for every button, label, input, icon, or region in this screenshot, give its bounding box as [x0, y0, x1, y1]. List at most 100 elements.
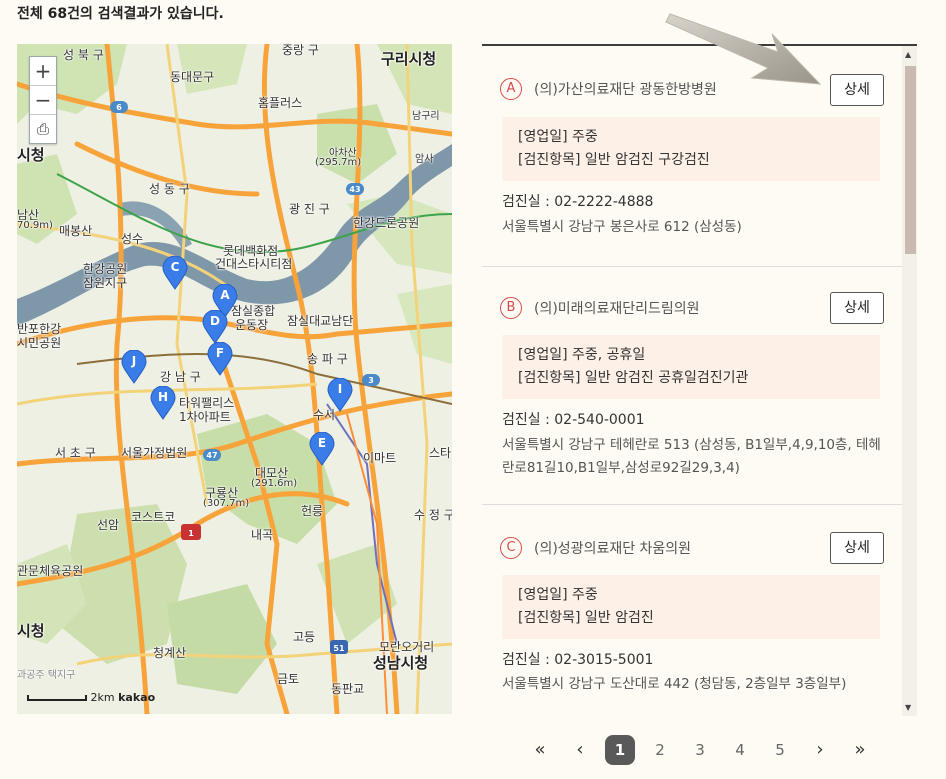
page-2[interactable]: 2	[645, 735, 675, 765]
open-days: [영업일] 주중	[518, 587, 598, 603]
info-box: [영업일] 주중, 공휴일 [검진항목] 일반 암검진 공휴일검진기관	[502, 335, 880, 399]
map-label: 송 파 구	[307, 352, 348, 366]
exam-items: [검진항목] 일반 암검진 구강검진	[518, 152, 710, 168]
page-1[interactable]: 1	[605, 735, 635, 765]
address: 서울특별시 강남구 테헤란로 513 (삼성동, B1일부,4,9,10층, 테…	[502, 437, 881, 476]
phone: 검진실 : 02-540-0001	[502, 412, 645, 428]
page-4[interactable]: 4	[725, 735, 755, 765]
map-label: 시청	[17, 622, 45, 640]
map-marker-i[interactable]: I	[327, 377, 353, 412]
open-days: [영업일] 주중	[518, 129, 598, 145]
detail-button[interactable]: 상세	[830, 292, 884, 324]
exam-items: [검진항목] 일반 암검진 공휴일검진기관	[518, 370, 749, 386]
list-item: C (의)성광의료재단 차움의원 상세 [영업일] 주중 [검진항목] 일반 암…	[482, 505, 902, 716]
pagination: « ‹ 1 2 3 4 5 › »	[520, 734, 880, 766]
marker-letter: H	[157, 390, 169, 404]
map-label: 시청	[17, 146, 45, 164]
map-controls: + − ⎙	[29, 56, 57, 144]
map-view[interactable]: 6 43 3 47 1 51 구리시청 성 북 구 동대문구 중랑 구 홈플러스…	[17, 44, 452, 714]
map-label: 고등	[293, 630, 316, 644]
list-scrollbar[interactable]: ▲ ▼	[902, 46, 917, 716]
address: 서울특별시 강남구 봉은사로 612 (삼성동)	[502, 219, 742, 235]
map-marker-f[interactable]: F	[207, 341, 233, 376]
zoom-out-button[interactable]: −	[30, 86, 56, 115]
marker-letter: I	[337, 382, 343, 396]
svg-text:1: 1	[188, 529, 194, 538]
list-item: B (의)미래의료재단리드림의원 상세 [영업일] 주중, 공휴일 [검진항목]…	[482, 267, 902, 505]
result-count: 전체 68건의 검색결과가 있습니다.	[17, 6, 224, 22]
map-label: 중랑 구	[282, 44, 319, 57]
marker-letter: D	[210, 314, 220, 328]
map-label: 구리시청	[381, 50, 437, 68]
print-icon[interactable]: ⎙	[30, 115, 56, 143]
map-label: 성 동 구	[149, 182, 190, 196]
scroll-up-icon[interactable]: ▲	[905, 50, 911, 59]
map-marker-c[interactable]: C	[162, 255, 188, 290]
scroll-down-icon[interactable]: ▼	[905, 703, 911, 712]
svg-text:47: 47	[206, 451, 217, 460]
phone: 검진실 : 02-2222-4888	[502, 194, 654, 210]
svg-text:43: 43	[349, 185, 360, 194]
map-label: 운동장	[235, 318, 269, 332]
map-label: 동판교	[331, 682, 365, 696]
map-label: 강 남 구	[160, 370, 201, 384]
prev-page-button[interactable]: ‹	[565, 735, 595, 765]
map-marker-j[interactable]: J	[121, 349, 147, 384]
map-marker-e[interactable]: E	[309, 431, 335, 466]
detail-button[interactable]: 상세	[830, 532, 884, 564]
scale-bar	[27, 695, 87, 701]
clinic-name[interactable]: (의)미래의료재단리드림의원	[534, 298, 699, 318]
map-label: 광 진 구	[289, 202, 330, 216]
next-page-button[interactable]: ›	[805, 735, 835, 765]
map-label: 금토	[277, 672, 300, 686]
result-list[interactable]: A (의)가산의료재단 광동한방병원 상세 [영업일] 주중 [검진항목] 일반…	[482, 44, 917, 716]
map-label: 스타	[429, 446, 452, 460]
map-label: 헌릉	[301, 504, 324, 518]
marker-letter: A	[220, 288, 230, 302]
detail-button[interactable]: 상세	[830, 74, 884, 106]
map-label: 홈플러스	[258, 96, 303, 110]
marker-letter: E	[317, 436, 327, 450]
map-label: 70.9m)	[17, 220, 53, 231]
map-scale: 2km kakao	[27, 691, 155, 704]
clinic-name[interactable]: (의)성광의료재단 차움의원	[534, 538, 691, 558]
map-label: 과공주 택지구	[17, 670, 76, 681]
map-label: 1차아파트	[179, 410, 231, 424]
address: 서울특별시 강남구 도산대로 442 (청담동, 2층일부 3층일부)	[502, 676, 847, 692]
phone: 검진실 : 02-3015-5001	[502, 652, 654, 668]
zoom-in-button[interactable]: +	[30, 57, 56, 86]
map-label: (295.7m)	[315, 157, 362, 168]
marker-letter: J	[131, 354, 137, 368]
map-label: 서 초 구	[55, 446, 96, 460]
road-badge-6: 6	[116, 103, 122, 112]
map-label: 선암	[97, 518, 120, 532]
marker-letter: C	[170, 260, 180, 274]
page-5[interactable]: 5	[765, 735, 795, 765]
map-label: 수 정 구	[414, 508, 452, 522]
map-label: 성수	[121, 232, 144, 246]
info-box: [영업일] 주중 [검진항목] 일반 암검진 구강검진	[502, 117, 880, 181]
pointer-arrow-icon	[665, 13, 822, 85]
map-marker-d[interactable]: D	[202, 309, 228, 344]
map-label: 관문체육공원	[17, 564, 84, 578]
map-label: 동대문구	[170, 70, 215, 84]
map-label: 잠원지구	[83, 276, 128, 290]
map-label: 코스트코	[131, 510, 176, 524]
map-label: 남구리	[412, 111, 440, 122]
map-label: 청계산	[153, 646, 187, 660]
scroll-thumb[interactable]	[905, 66, 916, 254]
map-label: 성 북 구	[63, 48, 104, 62]
map-label: 잠실대교남단	[287, 314, 354, 328]
map-label: 이마트	[363, 451, 397, 465]
kakao-logo: kakao	[118, 691, 156, 704]
exam-items: [검진항목] 일반 암검진	[518, 610, 654, 626]
last-page-button[interactable]: »	[845, 735, 875, 765]
first-page-button[interactable]: «	[525, 735, 555, 765]
map-label: (291.6m)	[251, 478, 298, 489]
map-label: 시민공원	[17, 336, 62, 350]
page-3[interactable]: 3	[685, 735, 715, 765]
marker-letter: F	[215, 346, 225, 360]
map-label: 건대스타시티점	[215, 257, 293, 271]
map-marker-h[interactable]: H	[150, 385, 176, 420]
map-label: 서울가정법원	[121, 446, 188, 460]
